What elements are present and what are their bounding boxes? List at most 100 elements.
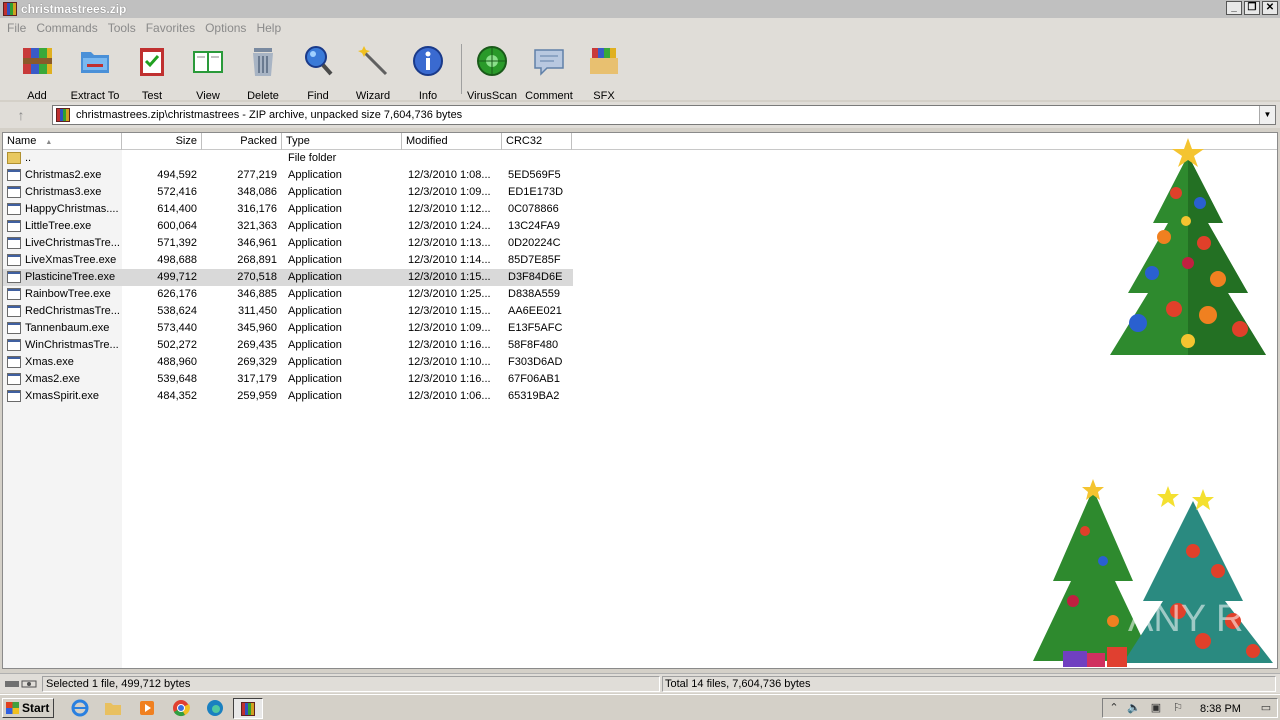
system-tray: ⌃ 🔈 ▣ ⚐ 8:38 PM ▭ (1102, 698, 1278, 718)
menu-favorites[interactable]: Favorites (141, 21, 200, 35)
file-row[interactable]: Xmas2.exe 539,648 317,179 Application 12/3/2… (3, 371, 573, 388)
menu-commands[interactable]: Commands (31, 21, 102, 35)
start-button[interactable]: Start (2, 698, 54, 718)
delete-button[interactable]: Delete (235, 44, 291, 102)
file-modified: 12/3/2010 1:10... (408, 356, 491, 368)
clock[interactable]: 8:38 PM (1200, 701, 1241, 717)
show-hidden-arrow-icon[interactable]: ⌃ (1107, 702, 1121, 715)
file-name: RainbowTree.exe (25, 288, 111, 300)
file-type: Application (288, 390, 342, 402)
media-player-icon[interactable] (137, 699, 157, 717)
extract-to-button[interactable]: Extract To (67, 44, 123, 102)
view-button[interactable]: View (180, 44, 236, 102)
col-name[interactable]: Name ▲ (3, 133, 122, 150)
windows-logo-icon (6, 702, 19, 714)
file-size: 626,176 (157, 288, 197, 300)
path-dropdown-button[interactable]: ▼ (1259, 106, 1275, 124)
file-row[interactable]: RedChristmasTre... 538,624 311,450 Applicat… (3, 303, 573, 320)
file-row[interactable]: HappyChristmas.... 614,400 316,176 Applicat… (3, 201, 573, 218)
up-one-level-button[interactable]: ↑ (6, 105, 36, 125)
file-size: 499,712 (157, 271, 197, 283)
file-name: Xmas.exe (25, 356, 74, 368)
selection-status: Selected 1 file, 499,712 bytes (42, 676, 660, 692)
application-file-icon (7, 169, 21, 181)
file-row[interactable]: PlasticineTree.exe 499,712 270,518 Applicat… (3, 269, 573, 286)
file-row[interactable]: Tannenbaum.exe 573,440 345,960 Application 1… (3, 320, 573, 337)
menu-help[interactable]: Help (251, 21, 286, 35)
parent-folder-row[interactable]: .. File folder (3, 150, 573, 167)
info-button[interactable]: Info (400, 44, 456, 102)
file-type: Application (288, 373, 342, 385)
comment-button[interactable]: Comment (521, 44, 577, 102)
file-row[interactable]: LittleTree.exe 600,064 321,363 Application 1… (3, 218, 573, 235)
file-row[interactable]: XmasSpirit.exe 484,352 259,959 Application 1… (3, 388, 573, 405)
monitor-icon[interactable]: ▭ (1259, 702, 1273, 715)
minimize-button[interactable]: _ (1226, 1, 1242, 15)
virus-scan-icon (477, 46, 507, 76)
virusscan-label: VirusScan (467, 90, 517, 102)
winrar-app-icon[interactable] (3, 2, 17, 16)
address-bar: ↑ christmastrees.zip\christmastrees - ZI… (0, 102, 1280, 128)
file-size: 600,064 (157, 220, 197, 232)
file-list[interactable]: Name ▲ Size Packed Type Modified CRC32 .… (2, 132, 1278, 669)
file-type: Application (288, 339, 342, 351)
test-button[interactable]: Test (124, 44, 180, 102)
sfx-button[interactable]: SFX (576, 44, 632, 102)
file-name: Christmas3.exe (25, 186, 102, 198)
file-name: XmasSpirit.exe (25, 390, 99, 402)
file-type: Application (288, 254, 342, 266)
file-row[interactable]: LiveXmasTree.exe 498,688 268,891 Applicatio… (3, 252, 573, 269)
file-name: RedChristmasTre... (25, 305, 120, 317)
col-crc32[interactable]: CRC32 (502, 133, 572, 150)
file-name: LittleTree.exe (25, 220, 92, 232)
menu-options[interactable]: Options (200, 21, 251, 35)
edge-icon[interactable] (205, 699, 225, 717)
explorer-folder-icon[interactable] (103, 699, 123, 717)
file-name: LiveChristmasTre... (25, 237, 120, 249)
wizard-button[interactable]: Wizard (345, 44, 401, 102)
col-size[interactable]: Size (122, 133, 202, 150)
file-row[interactable]: Christmas2.exe 494,592 277,219 Application 1… (3, 167, 573, 184)
winrar-task-button[interactable] (233, 698, 263, 719)
taskbar: Start ⌃ 🔈 ▣ ⚐ 8:38 PM ▭ (0, 694, 1280, 720)
menu-file[interactable]: File (2, 21, 31, 35)
col-packed[interactable]: Packed (202, 133, 282, 150)
close-button[interactable]: ✕ (1262, 1, 1278, 15)
col-type[interactable]: Type (282, 133, 402, 150)
chrome-icon[interactable] (171, 699, 191, 717)
file-row[interactable]: LiveChristmasTre... 571,392 346,961 Applica… (3, 235, 573, 252)
ie-icon[interactable] (70, 699, 90, 717)
file-type: Application (288, 220, 342, 232)
find-button[interactable]: Find (290, 44, 346, 102)
restore-button[interactable]: ❐ (1244, 1, 1260, 15)
file-packed: 345,960 (237, 322, 277, 334)
file-type: Application (288, 322, 342, 334)
network-icon[interactable]: ▣ (1149, 702, 1163, 715)
file-packed: 270,518 (237, 271, 277, 283)
info-label: Info (418, 90, 438, 102)
file-row[interactable]: WinChristmasTre... 502,272 269,435 Applicat… (3, 337, 573, 354)
file-packed: 311,450 (238, 305, 277, 317)
file-name: Tannenbaum.exe (25, 322, 110, 334)
file-modified: 12/3/2010 1:16... (408, 373, 491, 385)
file-modified: 12/3/2010 1:06... (408, 390, 491, 402)
volume-icon[interactable]: 🔈 (1127, 702, 1141, 715)
flag-icon[interactable]: ⚐ (1171, 702, 1185, 715)
file-type: Application (288, 288, 342, 300)
menu-tools[interactable]: Tools (103, 21, 141, 35)
path-field[interactable]: christmastrees.zip\christmastrees - ZIP … (52, 105, 1276, 125)
application-file-icon (7, 356, 21, 368)
file-row[interactable]: Xmas.exe 488,960 269,329 Application 12/3/20… (3, 354, 573, 371)
file-row[interactable]: RainbowTree.exe 626,176 346,885 Application… (3, 286, 573, 303)
add-label: Add (27, 90, 47, 102)
view-book-icon (193, 51, 223, 73)
add-button[interactable]: Add (9, 44, 65, 102)
col-modified[interactable]: Modified (402, 133, 502, 150)
file-packed: 269,329 (237, 356, 277, 368)
file-packed: 268,891 (237, 254, 277, 266)
application-file-icon (7, 237, 21, 249)
virusscan-button[interactable]: VirusScan (464, 44, 520, 102)
sfx-label: SFX (593, 90, 615, 102)
application-file-icon (7, 322, 21, 334)
file-row[interactable]: Christmas3.exe 572,416 348,086 Application 1… (3, 184, 573, 201)
